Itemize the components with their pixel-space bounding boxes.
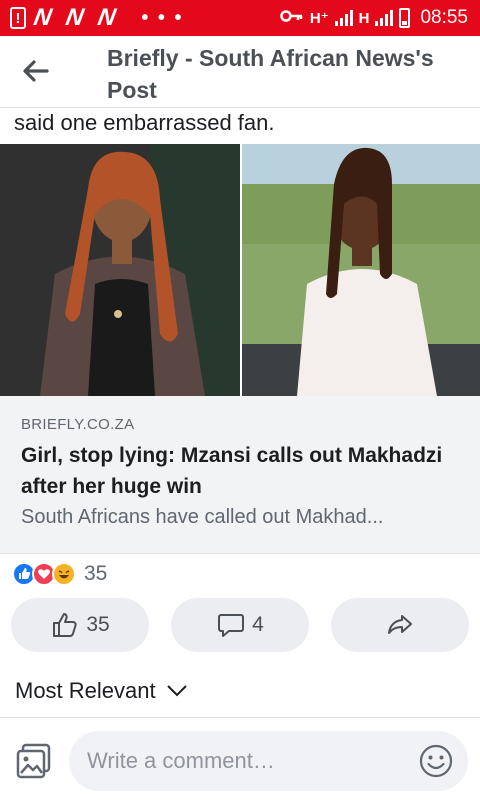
signal-icon-2 [375, 10, 394, 26]
comment-sort-dropdown[interactable]: Most Relevant [15, 678, 188, 704]
reactions-summary[interactable]: 35 [12, 562, 107, 586]
network-type-1: H⁺ [309, 10, 329, 27]
comment-input[interactable] [87, 748, 407, 774]
clock: 08:55 [420, 7, 468, 28]
battery-icon [399, 8, 411, 28]
haha-icon [52, 562, 76, 586]
article-photo-right[interactable] [242, 144, 480, 396]
link-title: Girl, stop lying: Mzansi calls out Makha… [21, 444, 443, 498]
comment-bubble-icon [218, 614, 245, 637]
reaction-count: 35 [84, 562, 108, 585]
back-arrow-icon[interactable] [20, 56, 50, 86]
post-text: said one embarrassed fan. [14, 110, 275, 135]
share-button[interactable] [331, 598, 469, 652]
alert-icon: ! [10, 7, 26, 29]
link-preview-card[interactable]: BRIEFLY.CO.ZA Girl, stop lying: Mzansi c… [0, 396, 480, 554]
page-title: Briefly - South African News's Post [107, 45, 434, 103]
like-count: 35 [86, 613, 110, 636]
status-left: ! N N N • • • [10, 4, 183, 32]
network-type-2: H [358, 9, 370, 27]
comment-count: 4 [252, 613, 264, 636]
like-button[interactable]: 35 [11, 598, 149, 652]
status-right: H⁺ H 08:55 [280, 0, 468, 36]
carrier-glyphs: N N N [31, 4, 122, 31]
article-photo-left[interactable] [0, 144, 240, 396]
thumbs-up-icon [53, 613, 77, 637]
share-arrow-icon [388, 615, 412, 634]
comment-composer[interactable] [69, 731, 468, 791]
chevron-down-icon [166, 685, 187, 697]
status-bar: ! N N N • • • H⁺ H 08:55 [0, 0, 480, 36]
signal-icon-1 [334, 10, 353, 26]
emoji-icon[interactable] [418, 743, 454, 779]
divider [0, 717, 480, 718]
photo-attach-icon[interactable] [15, 742, 53, 780]
post-header: Briefly - South African News's Post [0, 36, 480, 108]
sort-label: Most Relevant [15, 678, 156, 703]
vpn-key-icon [280, 8, 304, 29]
link-description: South Africans have called out Makhad... [21, 506, 384, 528]
comment-button[interactable]: 4 [171, 598, 309, 652]
link-domain: BRIEFLY.CO.ZA [21, 416, 135, 433]
more-notifications-icon: • • • [141, 6, 184, 29]
